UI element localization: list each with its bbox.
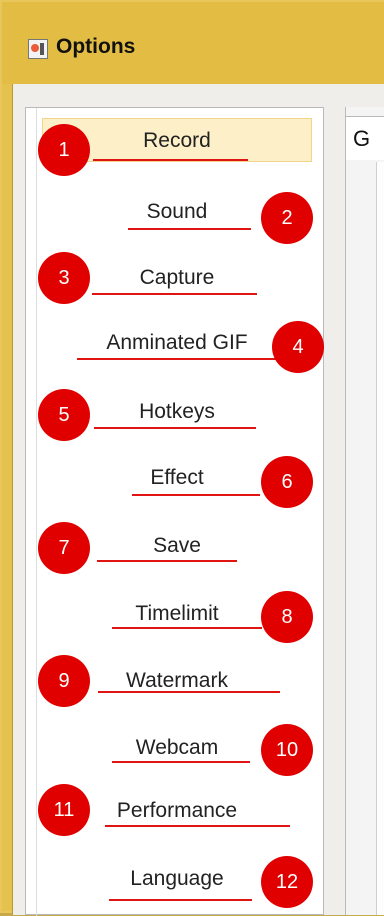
annotation-badge-5: 5	[38, 389, 90, 441]
options-window: Options G Record Sound Capture Anminated…	[0, 0, 384, 916]
annotation-underline-5	[94, 427, 256, 429]
annotation-underline-11	[105, 825, 290, 827]
scrollbar[interactable]	[376, 162, 384, 915]
annotation-underline-8	[112, 627, 262, 629]
annotation-badge-6: 6	[261, 456, 313, 508]
annotation-badge-8: 8	[261, 591, 313, 643]
window-title: Options	[56, 35, 136, 58]
annotation-underline-12	[109, 899, 252, 901]
annotation-underline-9	[98, 691, 280, 693]
annotation-underline-6	[132, 494, 260, 496]
annotation-badge-1: 1	[38, 124, 90, 176]
app-icon	[28, 39, 48, 59]
annotation-underline-2	[128, 228, 251, 230]
annotation-badge-2: 2	[261, 192, 313, 244]
annotation-badge-3: 3	[38, 252, 90, 304]
list-border-line	[36, 108, 37, 916]
annotation-underline-4	[77, 358, 279, 360]
title-bar: Options	[2, 2, 384, 84]
annotation-underline-3	[92, 293, 257, 295]
annotation-badge-10: 10	[261, 724, 313, 776]
annotation-badge-9: 9	[38, 655, 90, 707]
annotation-badge-12: 12	[261, 856, 313, 908]
annotation-badge-11: 11	[38, 784, 90, 836]
annotation-badge-7: 7	[38, 522, 90, 574]
annotation-underline-10	[112, 761, 250, 763]
annotation-underline-7	[97, 560, 237, 562]
tab-general[interactable]: G	[345, 116, 384, 160]
annotation-underline-1	[93, 159, 248, 161]
annotation-badge-4: 4	[272, 321, 324, 373]
